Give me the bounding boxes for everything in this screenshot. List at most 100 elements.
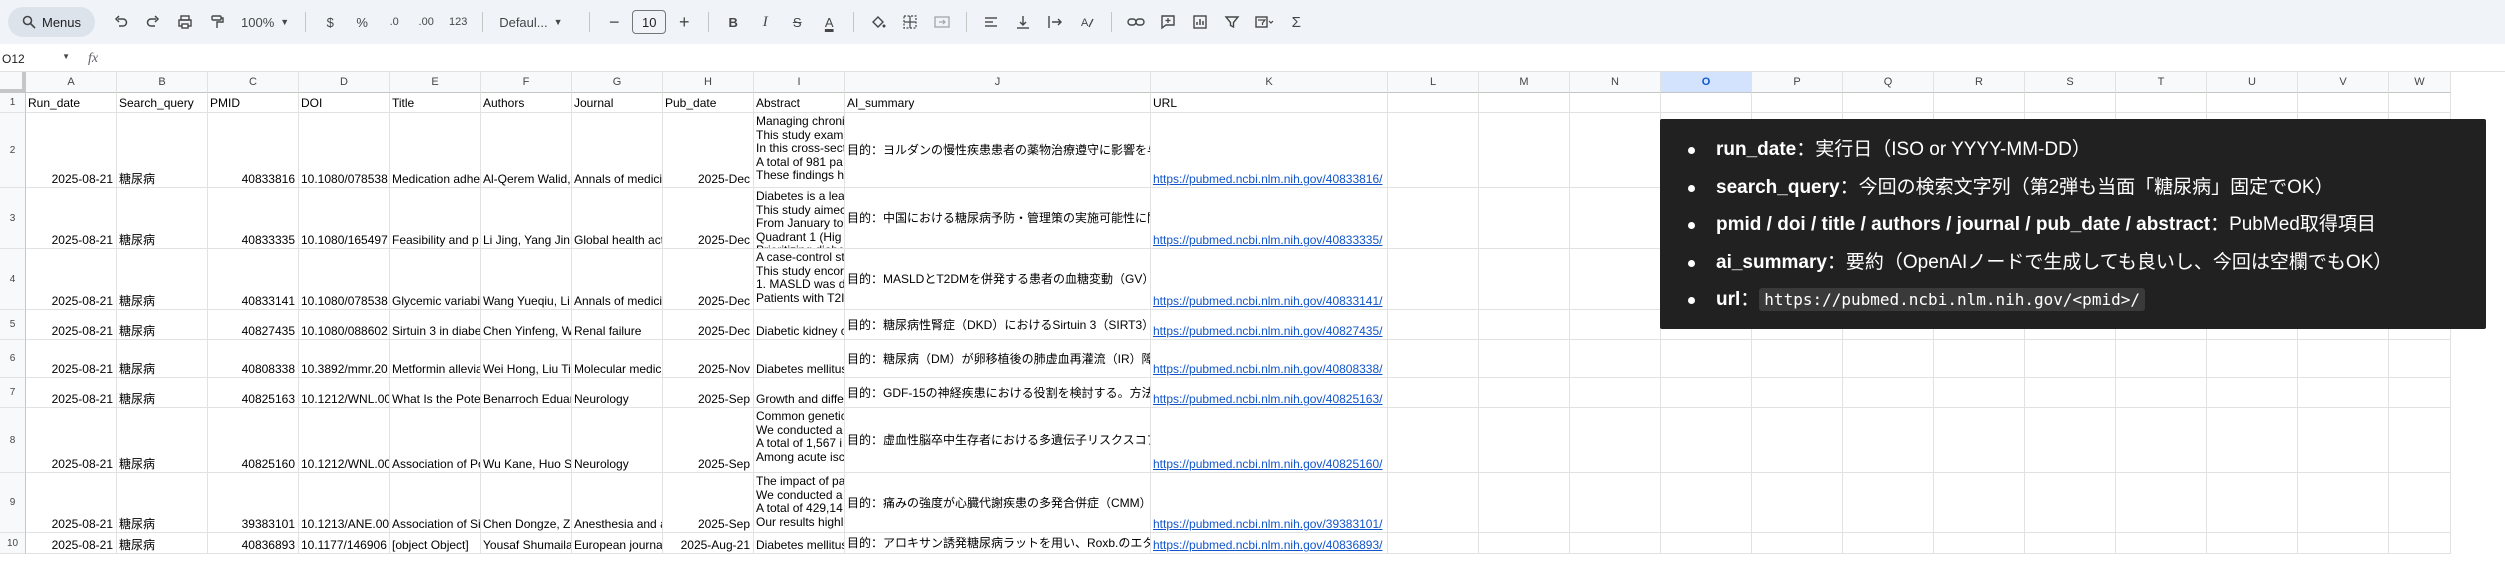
row-header-2[interactable]: 2 [0, 113, 26, 188]
empty-cell[interactable] [1752, 408, 1843, 473]
empty-cell[interactable] [1661, 533, 1752, 554]
cell-abstract[interactable]: Managing chroni This study exam In this … [754, 113, 845, 188]
cell-pmid[interactable]: 40808338 [208, 340, 299, 378]
empty-cell[interactable] [1388, 340, 1479, 378]
cell-run-date[interactable]: 2025-08-21 [26, 249, 117, 310]
column-header-s[interactable]: S [2025, 72, 2116, 93]
cell-abstract[interactable]: Diabetes mellitus [754, 340, 845, 378]
empty-cell[interactable] [2207, 408, 2298, 473]
redo-icon[interactable] [139, 8, 167, 36]
empty-cell[interactable] [1661, 93, 1752, 113]
vertical-align-icon[interactable] [1009, 8, 1037, 36]
header-cell-search_query[interactable]: Search_query [117, 93, 208, 113]
cell-abstract[interactable]: The impact of pa We conducted a A total … [754, 473, 845, 533]
cell-url[interactable]: https://pubmed.ncbi.nlm.nih.gov/40808338… [1151, 340, 1388, 378]
empty-cell[interactable] [1479, 408, 1570, 473]
column-header-n[interactable]: N [1570, 72, 1661, 93]
empty-cell[interactable] [1934, 473, 2025, 533]
cell-authors[interactable]: Chen Dongze, Z [481, 473, 572, 533]
cell-run-date[interactable]: 2025-08-21 [26, 188, 117, 249]
column-header-h[interactable]: H [663, 72, 754, 93]
cell-run-date[interactable]: 2025-08-21 [26, 533, 117, 554]
empty-cell[interactable] [2389, 93, 2451, 113]
header-cell-journal[interactable]: Journal [572, 93, 663, 113]
bold-button[interactable]: B [719, 8, 747, 36]
empty-cell[interactable] [2298, 533, 2389, 554]
cell-authors[interactable]: Al-Qerem Walid, [481, 113, 572, 188]
empty-cell[interactable] [1752, 93, 1843, 113]
row-header-5[interactable]: 5 [0, 310, 26, 340]
empty-cell[interactable] [2116, 378, 2207, 408]
cell-title[interactable]: Medication adhe [390, 113, 481, 188]
column-header-e[interactable]: E [390, 72, 481, 93]
empty-cell[interactable] [1934, 340, 2025, 378]
cell-abstract[interactable]: Growth and diffe [754, 378, 845, 408]
cell-url[interactable]: https://pubmed.ncbi.nlm.nih.gov/40836893… [1151, 533, 1388, 554]
cell-title[interactable]: Glycemic variabi [390, 249, 481, 310]
empty-cell[interactable] [2116, 93, 2207, 113]
percent-button[interactable]: % [348, 8, 376, 36]
empty-cell[interactable] [1570, 408, 1661, 473]
select-all-corner[interactable] [0, 72, 26, 93]
empty-cell[interactable] [1479, 310, 1570, 340]
empty-cell[interactable] [1570, 188, 1661, 249]
cell-doi[interactable]: 10.1177/146906 [299, 533, 390, 554]
empty-cell[interactable] [1570, 113, 1661, 188]
header-cell-title[interactable]: Title [390, 93, 481, 113]
column-header-w[interactable]: W [2389, 72, 2451, 93]
cell-abstract[interactable]: Common genetic We conducted a A total of… [754, 408, 845, 473]
empty-cell[interactable] [2207, 473, 2298, 533]
empty-cell[interactable] [1479, 113, 1570, 188]
cell-pub-date[interactable]: 2025-Dec [663, 249, 754, 310]
cell-doi[interactable]: 10.3892/mmr.20 [299, 340, 390, 378]
column-header-j[interactable]: J [845, 72, 1151, 93]
cell-journal[interactable]: Molecular medic [572, 340, 663, 378]
cell-journal[interactable]: Global health act [572, 188, 663, 249]
cell-run-date[interactable]: 2025-08-21 [26, 113, 117, 188]
undo-icon[interactable] [107, 8, 135, 36]
empty-cell[interactable] [1570, 249, 1661, 310]
cell-pmid[interactable]: 40833141 [208, 249, 299, 310]
paint-format-icon[interactable] [203, 8, 231, 36]
cell-pub-date[interactable]: 2025-Dec [663, 310, 754, 340]
empty-cell[interactable] [2298, 378, 2389, 408]
cell-doi[interactable]: 10.1080/165497 [299, 188, 390, 249]
cell-run-date[interactable]: 2025-08-21 [26, 378, 117, 408]
empty-cell[interactable] [1843, 533, 1934, 554]
strikethrough-button[interactable]: S [783, 8, 811, 36]
column-header-g[interactable]: G [572, 72, 663, 93]
empty-cell[interactable] [1934, 378, 2025, 408]
print-icon[interactable] [171, 8, 199, 36]
empty-cell[interactable] [1479, 249, 1570, 310]
cell-authors[interactable]: Wu Kane, Huo S [481, 408, 572, 473]
cell-query[interactable]: 糖尿病 [117, 473, 208, 533]
column-header-b[interactable]: B [117, 72, 208, 93]
cell-summary[interactable]: 目的：糖尿病性腎症（DKD）におけるSirtuin 3（SIRT3） [845, 310, 1151, 340]
header-cell-run_date[interactable]: Run_date [26, 93, 117, 113]
column-header-v[interactable]: V [2298, 72, 2389, 93]
insert-link-icon[interactable] [1122, 8, 1150, 36]
cell-query[interactable]: 糖尿病 [117, 113, 208, 188]
cell-run-date[interactable]: 2025-08-21 [26, 408, 117, 473]
header-cell-ai_summary[interactable]: AI_summary [845, 93, 1151, 113]
empty-cell[interactable] [1752, 473, 1843, 533]
empty-cell[interactable] [1752, 340, 1843, 378]
cell-pmid[interactable]: 40825163 [208, 378, 299, 408]
empty-cell[interactable] [1479, 93, 1570, 113]
cell-run-date[interactable]: 2025-08-21 [26, 310, 117, 340]
cell-doi[interactable]: 10.1080/078538 [299, 249, 390, 310]
empty-cell[interactable] [1752, 378, 1843, 408]
empty-cell[interactable] [1570, 93, 1661, 113]
italic-button[interactable]: I [751, 8, 779, 36]
row-header-1[interactable]: 1 [0, 93, 26, 113]
cell-url[interactable]: https://pubmed.ncbi.nlm.nih.gov/40827435… [1151, 310, 1388, 340]
empty-cell[interactable] [2389, 473, 2451, 533]
cell-query[interactable]: 糖尿病 [117, 249, 208, 310]
cell-summary[interactable]: 目的：中国における糖尿病予防・管理策の実施可能性に関 [845, 188, 1151, 249]
cell-query[interactable]: 糖尿病 [117, 340, 208, 378]
text-color-button[interactable]: A [815, 8, 843, 36]
cell-summary[interactable]: 目的：アロキサン誘発糖尿病ラットを用い、Roxb.のエタ [845, 533, 1151, 554]
cell-pub-date[interactable]: 2025-Dec [663, 113, 754, 188]
cell-pmid[interactable]: 40833816 [208, 113, 299, 188]
cell-title[interactable]: Feasibility and p [390, 188, 481, 249]
